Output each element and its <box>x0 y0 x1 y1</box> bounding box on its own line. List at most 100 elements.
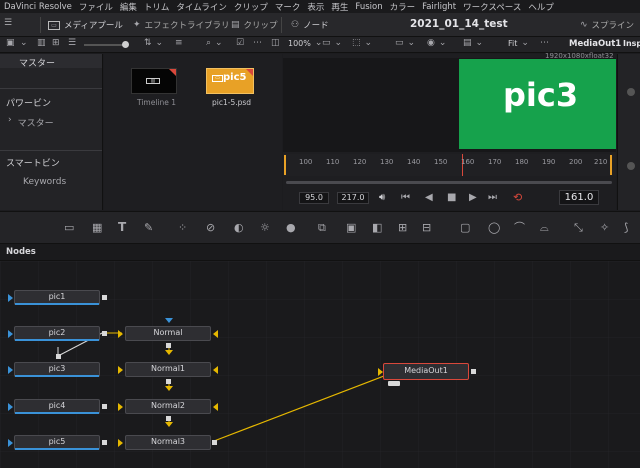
input-triangle-icon[interactable] <box>8 403 13 411</box>
matte-control-icon[interactable]: ◧ <box>372 222 382 233</box>
menu-fusion[interactable]: Fusion <box>355 2 382 12</box>
timeline-clip-thumbnail[interactable]: ▥ <box>131 68 177 94</box>
clips-button[interactable]: ▤ クリップ <box>231 19 278 31</box>
tracker-icon[interactable]: ✧ <box>600 222 609 233</box>
loader-icon[interactable]: ⊞ <box>398 222 407 233</box>
inspector-tab[interactable]: Insp <box>623 39 640 48</box>
smart-bin-keywords[interactable]: Keywords <box>23 177 66 187</box>
ellipse-mask-icon[interactable]: ◯ <box>488 222 500 233</box>
color-correct-icon[interactable]: ◐ <box>234 222 244 233</box>
detail-view-button[interactable]: ☰ <box>68 39 76 48</box>
particles-icon[interactable]: ⁘ <box>178 222 187 233</box>
roi-button[interactable]: ⬚ ⌄ <box>352 39 372 48</box>
foreground-input-triangle-icon[interactable] <box>213 330 218 338</box>
warp-icon[interactable]: ⟆ <box>624 222 628 233</box>
brightness-icon[interactable]: ☼ <box>260 222 270 233</box>
options-button[interactable]: ⋯ <box>253 39 262 48</box>
skip-forward-icon[interactable]: ⏭︎ <box>488 193 497 203</box>
drop-icon[interactable]: ● <box>286 222 296 233</box>
metadata-button[interactable]: ≡ <box>175 39 183 48</box>
node-normal2[interactable]: Normal2 <box>125 399 211 414</box>
output-port[interactable] <box>102 331 107 336</box>
sort-button[interactable]: ⇅ ⌄ <box>144 39 163 48</box>
psd-clip-thumbnail[interactable]: ▭ pic5 <box>206 68 254 94</box>
power-bin-master-item[interactable]: › マスター <box>8 116 54 130</box>
in-point-field[interactable]: 95.0 <box>299 192 329 204</box>
channel-button[interactable]: ◉ ⌄ <box>427 39 446 48</box>
speaker-icon[interactable]: 🔊︎ <box>379 193 385 203</box>
menu-playback[interactable]: 再生 <box>331 1 348 13</box>
output-port[interactable] <box>102 404 107 409</box>
node-normal[interactable]: Normal <box>125 326 211 341</box>
search-button[interactable]: ⌕ ⌄ <box>206 39 223 48</box>
grid-view-button[interactable]: ⊞ <box>52 39 60 48</box>
node-pic2[interactable]: pic2 <box>14 326 100 341</box>
loop-icon[interactable]: ⟲ <box>513 192 522 203</box>
input-triangle-icon[interactable] <box>8 294 13 302</box>
viewer-canvas[interactable]: pic3 <box>283 58 616 152</box>
menu-workspace[interactable]: ワークスペース <box>463 1 521 13</box>
output-port[interactable] <box>56 354 61 359</box>
image-tool-icon[interactable]: ▦ <box>92 222 102 233</box>
polygon-mask-icon[interactable]: ⌒ <box>514 222 525 233</box>
menu-edit[interactable]: 編集 <box>120 1 137 13</box>
background-input-triangle-icon[interactable] <box>118 366 123 374</box>
node-normal1[interactable]: Normal1 <box>125 362 211 377</box>
stop-icon[interactable]: ■ <box>447 193 456 203</box>
output-port[interactable] <box>212 440 217 445</box>
output-port[interactable] <box>166 343 171 348</box>
output-port[interactable] <box>102 440 107 445</box>
input-triangle-icon[interactable] <box>8 366 13 374</box>
view-indicator-icon[interactable] <box>388 381 400 386</box>
merge-icon[interactable]: ⧉ <box>318 222 326 233</box>
menu-trim[interactable]: トリム <box>144 1 170 13</box>
transform-icon[interactable]: ⤡ <box>574 222 583 233</box>
saver-icon[interactable]: ⊟ <box>422 222 431 233</box>
panel-toggle-button[interactable]: ☰ <box>4 19 12 28</box>
menu-timeline[interactable]: タイムライン <box>176 1 226 13</box>
foreground-input-triangle-icon[interactable] <box>213 403 218 411</box>
input-triangle-icon[interactable] <box>8 330 13 338</box>
menu-mark[interactable]: マーク <box>275 1 301 13</box>
skip-back-icon[interactable]: ⏮︎ <box>401 193 410 203</box>
foreground-input-triangle-icon[interactable] <box>213 366 218 374</box>
nodes-button[interactable]: ⚇ ノード <box>291 19 329 31</box>
viewer-layout-button[interactable]: ▭ ⌄ <box>322 39 342 48</box>
node-mediaout1[interactable]: MediaOut1 <box>383 363 469 380</box>
node-normal3[interactable]: Normal3 <box>125 435 211 450</box>
menu-clip[interactable]: クリップ <box>234 1 268 13</box>
master-bin-row[interactable]: マスター <box>0 54 102 69</box>
inspect-button[interactable]: ☑ <box>236 39 244 48</box>
slider-handle[interactable] <box>122 41 129 48</box>
rectangle-mask-icon[interactable]: ▢ <box>460 222 470 233</box>
menu-view[interactable]: 表示 <box>307 1 324 13</box>
output-port[interactable] <box>471 369 476 374</box>
play-icon[interactable]: ▶ <box>469 193 477 203</box>
dropdown-toggle[interactable]: ⌄ <box>20 39 28 48</box>
viewer-options-button[interactable]: ⋯ <box>540 39 549 48</box>
current-frame-field[interactable]: 161.0 <box>559 190 599 205</box>
menu-fairlight[interactable]: Fairlight <box>422 2 456 12</box>
out-point-marker[interactable] <box>610 155 612 175</box>
input-triangle-icon[interactable] <box>8 439 13 447</box>
bspline-mask-icon[interactable]: ⌓ <box>540 222 549 233</box>
zoom-dropdown[interactable]: 100% ⌄ <box>288 39 322 49</box>
background-tool-icon[interactable]: ▭ <box>64 222 74 233</box>
text-tool-icon[interactable]: T <box>118 221 126 233</box>
background-input-triangle-icon[interactable] <box>118 403 123 411</box>
proxy-button[interactable]: ▤ ⌄ <box>463 39 483 48</box>
spline-button[interactable]: ∿ スプライン <box>580 19 634 31</box>
fit-dropdown[interactable]: Fit ⌄ <box>508 39 529 49</box>
split-view-button[interactable]: ◫ <box>271 39 280 48</box>
list-view-button[interactable]: ▥ <box>37 39 46 48</box>
node-pic3[interactable]: pic3 <box>14 362 100 377</box>
out-point-field[interactable]: 217.0 <box>337 192 369 204</box>
panel-layout-button[interactable]: ▣ <box>6 39 15 48</box>
node-pic1[interactable]: pic1 <box>14 290 100 305</box>
output-port[interactable] <box>166 416 171 421</box>
menu-file[interactable]: ファイル <box>79 1 113 13</box>
lut-button[interactable]: ▭ ⌄ <box>395 39 415 48</box>
blur-icon[interactable]: ⊘ <box>206 222 215 233</box>
effects-library-button[interactable]: ✦ エフェクトライブラリ <box>133 19 230 31</box>
input-triangle-icon[interactable] <box>378 368 383 376</box>
